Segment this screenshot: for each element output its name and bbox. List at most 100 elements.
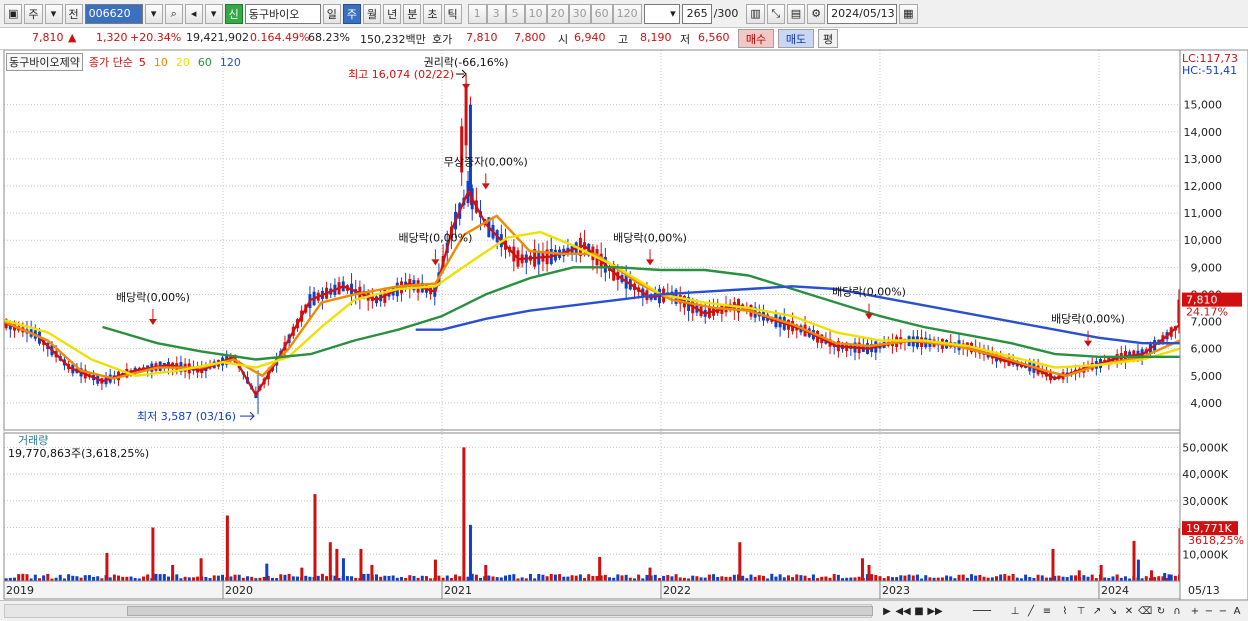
- speaker-icon[interactable]: ◂: [184, 3, 203, 24]
- volume-bar: [878, 576, 882, 581]
- price-chart[interactable]: 최고 16,074 (02/22) 최저 3,587 (03/16) 권리락(-66…: [0, 50, 1248, 600]
- volume-bar: [853, 577, 857, 581]
- volume-bar: [886, 576, 890, 581]
- font-size-icon[interactable]: A: [1230, 604, 1244, 618]
- text-tool-icon[interactable]: ⊤: [1074, 604, 1088, 618]
- gear-icon[interactable]: ⚙: [807, 3, 826, 24]
- interval-button-60[interactable]: 60: [590, 3, 613, 24]
- volume-bar: [391, 575, 395, 581]
- volume-bar: [229, 576, 233, 581]
- arrow-tool-icon[interactable]: ↘: [1106, 604, 1120, 618]
- volume-spike-bar: [313, 494, 317, 581]
- prev-button[interactable]: 전: [64, 3, 83, 24]
- period-tab-0[interactable]: 일: [322, 3, 341, 24]
- volume-spike-bar: [462, 447, 466, 581]
- zoom-out-icon[interactable]: −: [1202, 604, 1216, 618]
- magnet-icon[interactable]: ∩: [1170, 604, 1184, 618]
- zoom-in-icon[interactable]: +: [1188, 604, 1202, 618]
- search-icon[interactable]: ⌕: [164, 3, 183, 24]
- volume-bar: [545, 576, 549, 581]
- zoom-minus-icon[interactable]: −: [1216, 604, 1230, 618]
- stock-code-input[interactable]: 006620: [84, 3, 143, 24]
- save-icon[interactable]: ▤: [786, 3, 806, 24]
- volume-bar: [666, 575, 670, 581]
- interval-button-30[interactable]: 30: [568, 3, 591, 24]
- market-select[interactable]: 주: [24, 3, 43, 24]
- buy-button[interactable]: 매수: [738, 29, 774, 48]
- legend-ma-120: 120: [219, 55, 241, 69]
- volume-bar: [974, 575, 978, 581]
- period-tab-3[interactable]: 년: [383, 3, 402, 24]
- scrollbar-thumb[interactable]: [127, 606, 873, 616]
- interval-custom-input[interactable]: ▾: [643, 3, 680, 24]
- period-tab-4[interactable]: 분: [403, 3, 422, 24]
- crosshair-icon[interactable]: ⊥: [1008, 604, 1022, 618]
- interval-button-3[interactable]: 3: [486, 3, 506, 24]
- interval-button-1[interactable]: 1: [467, 3, 487, 24]
- volume-bar: [204, 576, 208, 581]
- volume-bar: [1036, 574, 1040, 581]
- trendline-icon[interactable]: ╱: [1024, 604, 1038, 618]
- indicator-icon[interactable]: ⤡: [766, 3, 785, 24]
- volume-bar: [849, 577, 853, 581]
- volume-bar: [1040, 575, 1044, 581]
- volume-bar: [757, 575, 761, 581]
- period-tab-5[interactable]: 초: [423, 3, 442, 24]
- volume-bar: [233, 574, 237, 581]
- zoom-slider[interactable]: ───: [962, 604, 1002, 618]
- count-input[interactable]: 265: [681, 3, 712, 24]
- legend-stock-name[interactable]: 동구바이오제약: [6, 53, 83, 71]
- low-label: 저: [680, 33, 691, 46]
- candle-style-icon[interactable]: ▥: [746, 3, 765, 24]
- volume-bar: [454, 574, 458, 581]
- code-dropdown-icon[interactable]: ▾: [144, 3, 163, 24]
- volume-spike-bar: [598, 556, 602, 581]
- market-dropdown-icon[interactable]: ▾: [44, 3, 63, 24]
- volume-spike-bar: [484, 564, 488, 581]
- delete-tool-icon[interactable]: ⌫: [1138, 604, 1152, 618]
- price-tick-label: 9,000: [1191, 261, 1223, 274]
- volume-bar: [1173, 575, 1177, 581]
- fibonacci-icon[interactable]: ≡: [1040, 604, 1054, 618]
- price-tick-label: 13,000: [1184, 153, 1223, 166]
- calendar-icon[interactable]: ▦: [899, 3, 918, 24]
- volume-bar: [1011, 573, 1015, 581]
- sell-button[interactable]: 매도: [778, 29, 814, 48]
- interval-button-5[interactable]: 5: [505, 3, 525, 24]
- period-tab-2[interactable]: 월: [363, 3, 382, 24]
- stop-icon[interactable]: ■: [912, 604, 926, 618]
- cross-tool-icon[interactable]: ✕: [1122, 604, 1136, 618]
- horizontal-scrollbar[interactable]: [4, 604, 873, 618]
- period-tab-1[interactable]: 주: [342, 3, 362, 24]
- volume-bar: [1061, 576, 1065, 581]
- volume-bar: [728, 576, 732, 581]
- volume-bar: [782, 577, 786, 581]
- volume-bar: [562, 576, 566, 581]
- volume-spike-bar: [468, 524, 472, 581]
- volume-spike-bar: [199, 558, 203, 581]
- period-tab-6[interactable]: 틱: [443, 3, 462, 24]
- volume-bar: [445, 575, 449, 581]
- interval-button-120[interactable]: 120: [612, 3, 642, 24]
- volume-bar: [42, 575, 46, 581]
- channel-icon[interactable]: ⌇: [1058, 604, 1072, 618]
- volume-bar: [761, 575, 765, 581]
- speaker-dropdown-icon[interactable]: ▾: [204, 3, 223, 24]
- refresh-icon[interactable]: ↻: [1154, 604, 1168, 618]
- rewind-icon[interactable]: ◀◀: [895, 604, 910, 618]
- interval-button-20[interactable]: 20: [546, 3, 569, 24]
- new-badge: 신: [224, 3, 243, 24]
- eval-button[interactable]: 평: [818, 29, 838, 48]
- event-label: 무상증자(0,00%): [444, 155, 528, 168]
- interval-button-10[interactable]: 10: [524, 3, 547, 24]
- fast-forward-icon[interactable]: ▶▶: [927, 604, 942, 618]
- volume-bar: [670, 576, 674, 581]
- volume-bar: [1028, 577, 1032, 581]
- volume-bar: [703, 577, 707, 581]
- scroll-right-icon[interactable]: ▶: [880, 604, 894, 618]
- date-input[interactable]: 2024/05/13: [827, 3, 898, 24]
- volume-bar: [1024, 574, 1028, 581]
- legend-ma-5: 5: [138, 55, 146, 69]
- ray-icon[interactable]: ↗: [1090, 604, 1104, 618]
- window-menu-icon[interactable]: ▣: [4, 3, 23, 24]
